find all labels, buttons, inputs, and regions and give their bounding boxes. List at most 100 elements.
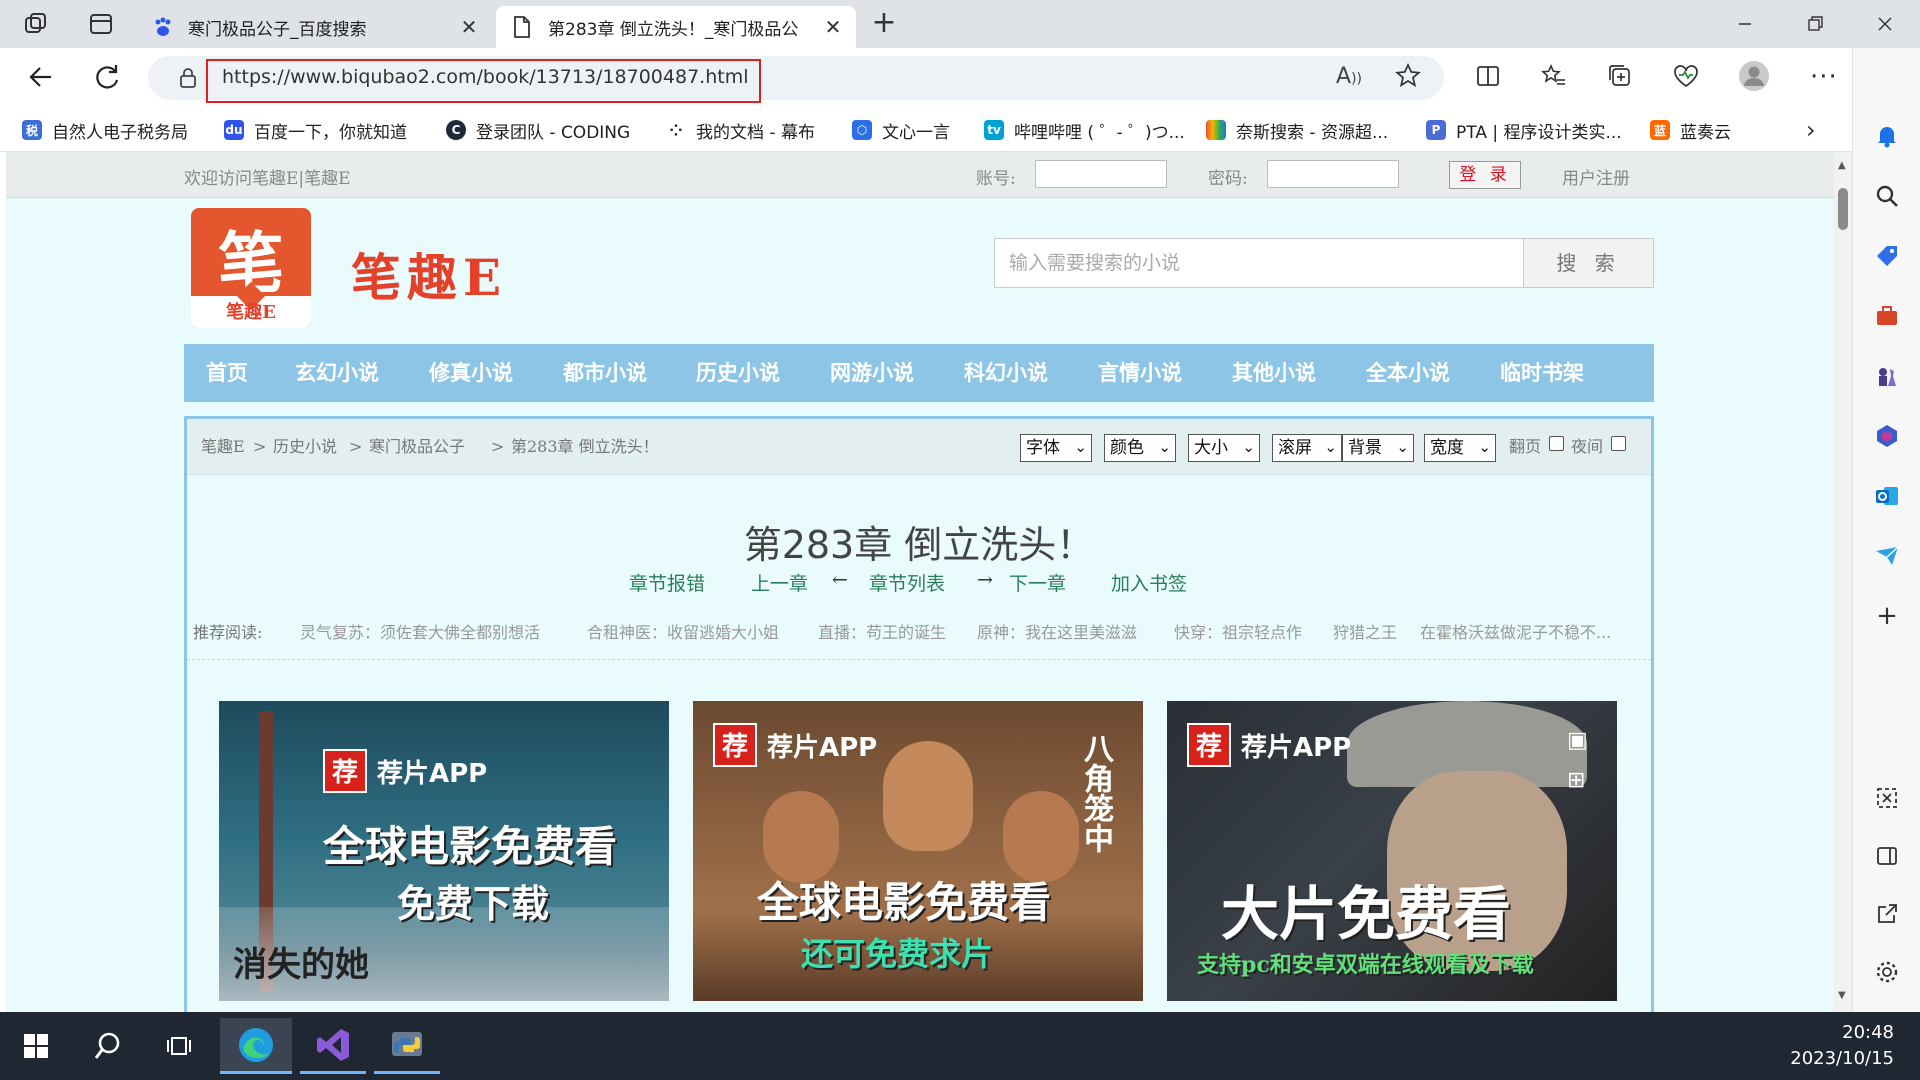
tab-baidu[interactable]: 寒门极品公子_百度搜索 ✕ — [140, 6, 492, 48]
page-scrollbar[interactable]: ▲ ▼ — [1834, 152, 1852, 1012]
nav-history[interactable]: 历史小说 — [696, 344, 780, 402]
search-icon[interactable] — [1871, 180, 1903, 212]
favorite-star-icon[interactable] — [1394, 62, 1422, 90]
nav-scifi[interactable]: 科幻小说 — [964, 344, 1048, 402]
python-icon[interactable] — [374, 1018, 440, 1074]
favorite-item[interactable]: 奈斯搜索 - 资源超... — [1206, 108, 1388, 152]
favorite-item[interactable]: tv 哔哩哔哩 ( ゜- ゜)つ... — [984, 108, 1185, 152]
ad-banner[interactable]: 荐荐片APP 全球电影免费看 还可免费求片 八角笼中 — [693, 701, 1143, 1001]
bell-icon[interactable] — [1871, 120, 1903, 152]
breadcrumb-book[interactable]: 寒门极品公子 — [369, 419, 465, 475]
favorites-more-chevron-icon[interactable]: › — [1806, 116, 1816, 144]
color-select[interactable]: 颜色 ⌄ — [1104, 434, 1176, 462]
nav-urban[interactable]: 都市小说 — [563, 344, 647, 402]
back-icon[interactable] — [26, 62, 56, 92]
new-tab-button[interactable]: + — [866, 6, 902, 42]
tab-actions-icon[interactable] — [88, 11, 114, 37]
chapter-list-link[interactable]: 章节列表 — [869, 569, 945, 596]
scroll-select[interactable]: 滚屏 ⌄ — [1272, 434, 1342, 462]
prev-chapter-link[interactable]: 上一章 — [751, 569, 808, 596]
recommend-link[interactable]: 在霍格沃兹做泥子不稳不... — [1420, 619, 1645, 643]
sidebar-panel-icon[interactable] — [1871, 840, 1903, 872]
recommend-link[interactable]: 快穿：祖宗轻点作 — [1174, 619, 1302, 643]
breadcrumb-category[interactable]: 历史小说 — [273, 419, 337, 475]
settings-gear-icon[interactable] — [1871, 956, 1903, 988]
profile-avatar-icon[interactable] — [1738, 60, 1770, 92]
more-options-icon[interactable]: ··· — [1810, 62, 1838, 92]
report-error-link[interactable]: 章节报错 — [629, 569, 705, 596]
ad-banner[interactable]: 荐荐片APP 全球电影免费看 免费下载 消失的她 — [219, 701, 669, 1001]
add-bookmark-link[interactable]: 加入书签 — [1111, 569, 1187, 596]
next-chapter-link[interactable]: 下一章 — [1009, 569, 1066, 596]
site-name[interactable]: 笔趣E — [351, 238, 507, 310]
tools-briefcase-icon[interactable] — [1871, 300, 1903, 332]
nav-other[interactable]: 其他小说 — [1232, 344, 1316, 402]
refresh-icon[interactable] — [92, 62, 122, 92]
recommend-link[interactable]: 原神：我在这里美滋滋 — [977, 619, 1137, 643]
login-button[interactable]: 登 录 — [1449, 161, 1521, 189]
recommend-link[interactable]: 合租神医：收留逃婚大小姐 — [587, 619, 779, 643]
novel-search-input[interactable]: 输入需要搜索的小说 — [994, 238, 1524, 288]
nav-bookshelf[interactable]: 临时书架 — [1500, 344, 1584, 402]
search-button[interactable]: 搜 索 — [1524, 238, 1654, 288]
nav-online-game[interactable]: 网游小说 — [830, 344, 914, 402]
minimize-icon[interactable] — [1730, 10, 1760, 38]
screenshot-icon[interactable] — [1871, 782, 1903, 814]
recommend-link[interactable]: 狩猎之王 — [1333, 619, 1397, 643]
read-aloud-icon[interactable]: A)) — [1336, 64, 1362, 89]
recommend-link[interactable]: 直播：苟王的诞生 — [818, 619, 946, 643]
task-view-icon[interactable] — [150, 1018, 210, 1074]
page-flip-checkbox[interactable] — [1549, 436, 1564, 451]
register-link[interactable]: 用户注册 — [1562, 164, 1630, 189]
tab-chapter[interactable]: 第283章 倒立洗头！_寒门极品公 ✕ — [496, 6, 856, 48]
favorite-item[interactable]: 蓝蓝奏云 — [1650, 108, 1731, 152]
favorite-item[interactable]: ⬡ 文心一言 — [852, 108, 950, 152]
recommend-link[interactable]: 灵气复苏：须佐套大佛全都别想活 — [300, 619, 540, 643]
games-chess-icon[interactable] — [1871, 360, 1903, 392]
account-input[interactable] — [1035, 160, 1167, 188]
width-select[interactable]: 宽度 ⌄ — [1424, 434, 1496, 462]
restore-icon[interactable] — [1800, 10, 1830, 38]
breadcrumb-site[interactable]: 笔趣E — [201, 419, 245, 475]
ad-banner[interactable]: 荐荐片APP ▣ ⊞ 大片免费看 支持pc和安卓双端在线观看及下载 — [1167, 701, 1617, 1001]
add-sidebar-app-icon[interactable]: + — [1871, 600, 1903, 632]
external-link-icon[interactable] — [1871, 898, 1903, 930]
visual-studio-icon[interactable] — [300, 1018, 366, 1074]
scroll-thumb[interactable] — [1838, 188, 1848, 230]
favorite-item[interactable]: du 百度一下，你就知道 — [224, 108, 407, 152]
night-mode-checkbox[interactable] — [1611, 436, 1626, 451]
edge-icon[interactable] — [220, 1018, 292, 1074]
workspaces-icon[interactable] — [22, 10, 50, 38]
size-select[interactable]: 大小 ⌄ — [1188, 434, 1260, 462]
send-plane-icon[interactable] — [1871, 540, 1903, 572]
shopping-tag-icon[interactable] — [1871, 240, 1903, 272]
office-icon[interactable] — [1871, 420, 1903, 452]
close-tab-icon[interactable]: ✕ — [456, 14, 482, 40]
password-input[interactable] — [1267, 160, 1399, 188]
scroll-up-icon[interactable]: ▲ — [1838, 160, 1846, 171]
system-clock[interactable]: 20:48 2023/10/15 — [1774, 1020, 1894, 1072]
collections-icon[interactable] — [1606, 62, 1634, 90]
favorite-item[interactable]: C 登录团队 - CODING — [446, 108, 630, 152]
site-logo[interactable]: 笔 笔趣E — [191, 208, 311, 328]
outlook-icon[interactable] — [1871, 480, 1903, 512]
nav-romance[interactable]: 言情小说 — [1098, 344, 1182, 402]
nav-home[interactable]: 首页 — [206, 344, 248, 402]
search-icon[interactable] — [78, 1018, 138, 1074]
close-icon[interactable] — [1870, 10, 1900, 38]
performance-heart-icon[interactable] — [1672, 62, 1700, 90]
close-tab-icon[interactable]: ✕ — [820, 14, 846, 40]
nav-fantasy[interactable]: 玄幻小说 — [295, 344, 379, 402]
nav-complete[interactable]: 全本小说 — [1366, 344, 1450, 402]
nav-xiuzhen[interactable]: 修真小说 — [429, 344, 513, 402]
background-select[interactable]: 背景 ⌄ — [1342, 434, 1414, 462]
split-screen-icon[interactable] — [1474, 62, 1502, 90]
font-select[interactable]: 字体 ⌄ — [1020, 434, 1092, 462]
favorites-icon[interactable] — [1540, 62, 1568, 90]
scroll-down-icon[interactable]: ▼ — [1838, 990, 1846, 1001]
favorite-item[interactable]: P PTA | 程序设计类实... — [1426, 108, 1622, 152]
windows-start-icon[interactable] — [6, 1018, 66, 1074]
favorite-item[interactable]: 税自然人电子税务局 — [22, 108, 188, 152]
favorite-item[interactable]: ⁘ 我的文档 - 幕布 — [666, 108, 815, 152]
lock-icon[interactable] — [178, 66, 198, 90]
